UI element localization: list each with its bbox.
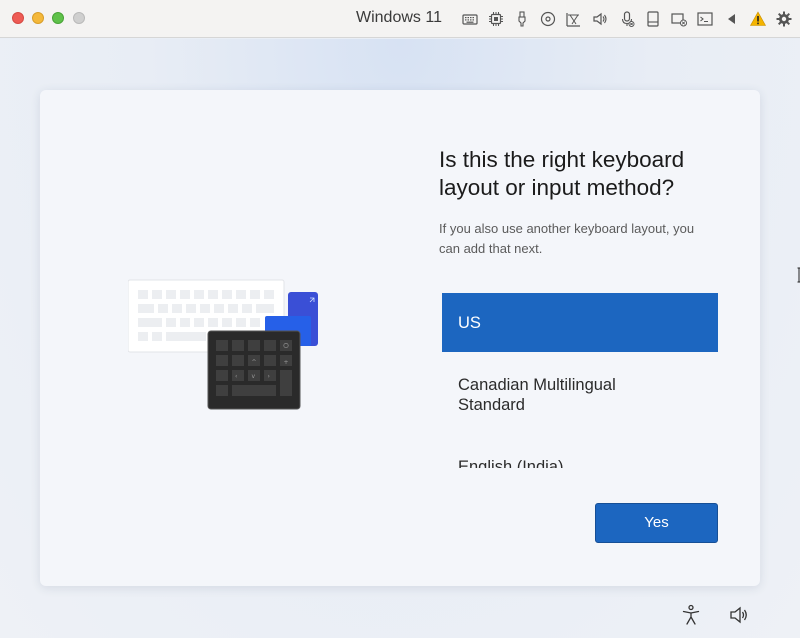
layout-option-canadian-multilingual[interactable]: Canadian Multilingual Standard: [442, 375, 718, 415]
network-icon[interactable]: [566, 11, 582, 27]
page-subtitle-line-2: can add that next.: [439, 241, 543, 256]
storage-icon[interactable]: [645, 11, 661, 27]
window-extra-button[interactable]: [73, 12, 85, 24]
page-title: Is this the right keyboard layout or inp…: [439, 146, 739, 202]
page-subtitle-line-1: If you also use another keyboard layout,…: [439, 221, 695, 236]
svg-text:^: ^: [252, 359, 257, 366]
usb-icon[interactable]: [514, 11, 530, 27]
layout-option-english-india[interactable]: English (India): [442, 457, 718, 468]
page-title-line-1: Is this the right keyboard: [439, 147, 685, 172]
layout-option-label: Canadian Multilingual: [458, 376, 616, 394]
close-window-button[interactable]: [12, 12, 24, 24]
layout-option-label: English (India): [458, 458, 564, 468]
volume-icon[interactable]: [728, 604, 750, 626]
disc-icon[interactable]: [540, 11, 556, 27]
speaker-icon[interactable]: [592, 11, 608, 27]
page-title-line-2: layout or input method?: [439, 175, 675, 200]
layout-option-label: US: [458, 314, 481, 332]
svg-text:›: ›: [268, 373, 270, 380]
minimize-window-button[interactable]: [32, 12, 44, 24]
settings-gear-icon[interactable]: [776, 11, 792, 27]
keyboard-illustration: + ^ ‹ v ›: [127, 278, 322, 412]
vm-window-titlebar: Windows 11: [0, 0, 800, 38]
svg-text:v: v: [252, 373, 256, 380]
warning-icon[interactable]: [750, 11, 766, 27]
accessibility-icon[interactable]: [680, 604, 702, 626]
terminal-icon[interactable]: [697, 11, 713, 27]
svg-text:‹: ‹: [235, 373, 237, 380]
keyboard-layout-list[interactable]: US Canadian Multilingual Standard Englis…: [442, 293, 718, 468]
layout-option-label-line-2: Standard: [458, 396, 525, 414]
microphone-icon[interactable]: [619, 11, 635, 27]
yes-button[interactable]: Yes: [595, 503, 718, 543]
display-icon[interactable]: [671, 11, 687, 27]
layout-option-us[interactable]: US: [442, 293, 718, 352]
cpu-icon[interactable]: [488, 11, 504, 27]
svg-text:+: +: [284, 359, 289, 366]
fullscreen-window-button[interactable]: [52, 12, 64, 24]
back-triangle-icon[interactable]: [724, 11, 740, 27]
vm-window-title: Windows 11: [356, 9, 442, 26]
page-subtitle: If you also use another keyboard layout,…: [439, 219, 729, 259]
keyboard-icon[interactable]: [462, 11, 478, 27]
